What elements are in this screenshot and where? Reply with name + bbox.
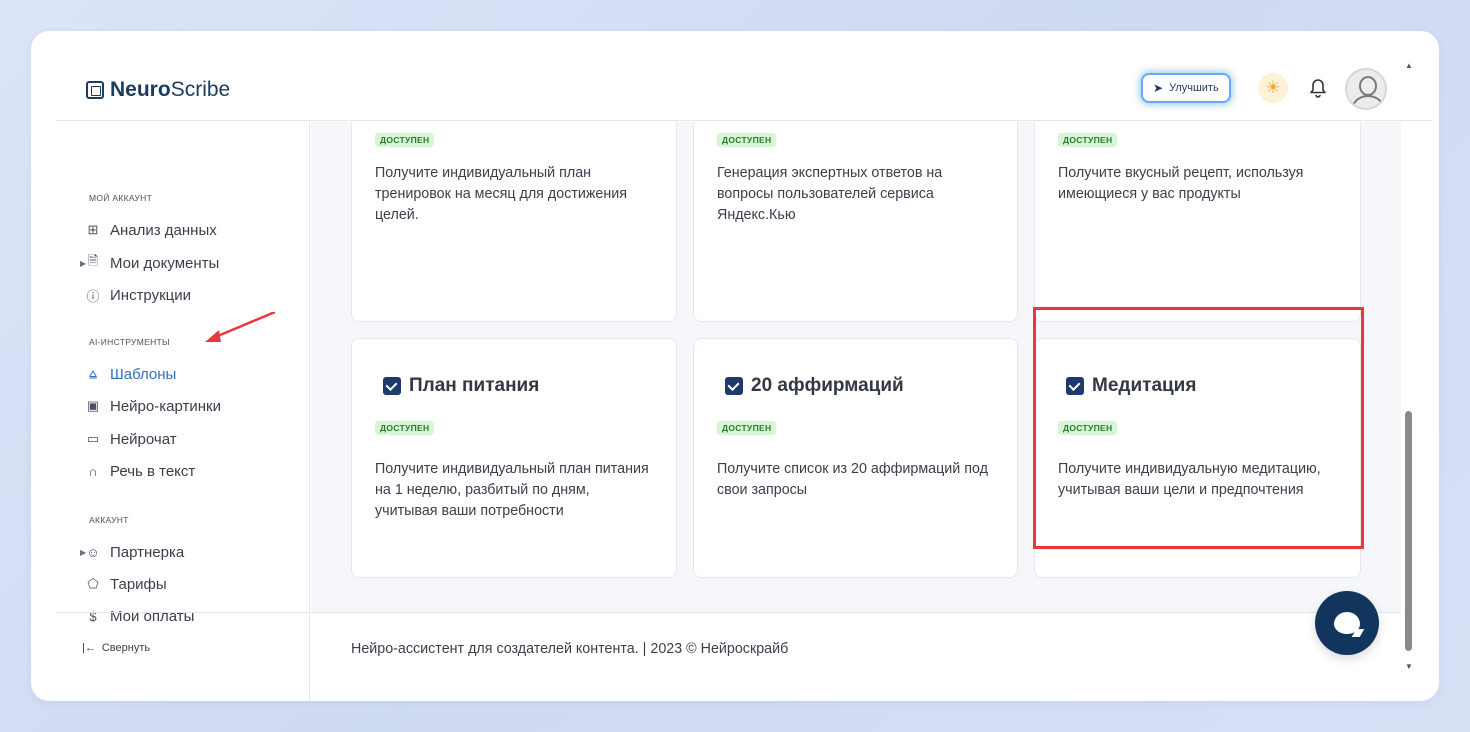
sidebar: МОЙ АККАУНТ ⊞ Анализ данных ▶ 🗎 Мои доку… [56, 122, 310, 701]
main-content: ДОСТУПЕН Получите индивидуальный план тр… [311, 122, 1401, 701]
logo-bold-text: Neuro [110, 78, 171, 101]
template-card-meal-plan[interactable]: План питания ДОСТУПЕН Получите индивидуа… [351, 338, 677, 578]
app-window: NeuroScribe ➤ Улучшить ☀ МОЙ АККАУНТ ⊞ А… [31, 31, 1439, 701]
card-title: Медитация [1066, 375, 1196, 397]
sidebar-item-data-analysis[interactable]: ⊞ Анализ данных [86, 218, 217, 242]
logo-icon [86, 81, 104, 99]
avatar[interactable] [1345, 68, 1387, 110]
sidebar-item-label: Шаблоны [110, 365, 177, 383]
status-badge: ДОСТУПЕН [1058, 421, 1118, 435]
sidebar-item-templates[interactable]: ⩠ Шаблоны [86, 362, 176, 386]
sidebar-item-label: Нейро-картинки [110, 397, 221, 415]
top-header: NeuroScribe ➤ Улучшить ☀ [56, 31, 1431, 121]
section-title-my-account: МОЙ АККАУНТ [89, 193, 153, 203]
checkbox-icon [383, 377, 401, 397]
tag-icon: ⬠ [87, 576, 99, 591]
template-card[interactable]: ДОСТУПЕН Генерация экспертных ответов на… [693, 122, 1018, 322]
chat-bubble-icon [1334, 612, 1360, 634]
caret-right-icon: ▶ [80, 258, 87, 268]
section-title-ai-tools: AI-ИНСТРУМЕНТЫ [89, 337, 170, 347]
scrollbar-thumb[interactable] [1405, 411, 1412, 651]
card-description: Получите список из 20 аффирмаций под сво… [717, 461, 988, 498]
sidebar-item-label: Нейрочат [110, 430, 177, 448]
users-icon: ☺ [86, 544, 100, 560]
status-badge: ДОСТУПЕН [375, 133, 435, 147]
sidebar-item-tariffs[interactable]: ⬠ Тарифы [86, 572, 167, 596]
sidebar-item-my-documents[interactable]: ▶ 🗎 Мои документы [80, 251, 220, 275]
template-card-affirmations[interactable]: 20 аффирмаций ДОСТУПЕН Получите список и… [693, 338, 1018, 578]
sidebar-item-label: Анализ данных [110, 221, 217, 239]
card-description: Получите индивидуальную медитацию, учиты… [1058, 461, 1321, 498]
section-title-account: АККАУНТ [89, 515, 129, 525]
status-badge: ДОСТУПЕН [375, 421, 435, 435]
sidebar-item-label: Инструкции [110, 286, 192, 304]
sidebar-item-label: Мои документы [110, 254, 220, 272]
sidebar-item-label: Речь в текст [110, 462, 196, 480]
chat-widget-button[interactable] [1315, 591, 1379, 655]
theme-toggle-sun-icon[interactable]: ☀ [1258, 73, 1288, 103]
help-circle-icon: ⓘ [86, 288, 100, 304]
chat-icon: ▭ [86, 431, 100, 446]
scroll-down-arrow-icon[interactable]: ▼ [1405, 662, 1413, 671]
document-icon: 🗎 [87, 253, 99, 268]
layers-icon: ⩠ [89, 366, 97, 381]
checkbox-icon [725, 377, 743, 397]
upgrade-label: Улучшить [1169, 82, 1219, 94]
sidebar-footer: |← Свернуть [56, 612, 310, 701]
sidebar-item-speech-to-text[interactable]: ∩ Речь в текст [86, 459, 195, 483]
grid-icon: ⊞ [87, 222, 99, 237]
logo[interactable]: NeuroScribe [86, 78, 230, 102]
sidebar-item-label: Партнерка [110, 543, 185, 561]
caret-right-icon: ▶ [80, 547, 87, 557]
collapse-sidebar-button[interactable]: |← Свернуть [82, 642, 150, 654]
page-footer: Нейро-ассистент для создателей контента.… [311, 612, 1401, 701]
status-badge: ДОСТУПЕН [717, 133, 777, 147]
sidebar-item-neuro-images[interactable]: ▣ Нейро-картинки [86, 394, 221, 418]
sidebar-item-instructions[interactable]: ⓘ Инструкции [86, 283, 191, 307]
card-description: Получите индивидуальный план тренировок … [375, 165, 628, 223]
card-description: Получите вкусный рецепт, используя имеющ… [1058, 165, 1304, 202]
rocket-icon: ➤ [1153, 81, 1164, 95]
card-title-text: 20 аффирмаций [751, 375, 904, 396]
sidebar-item-partners[interactable]: ▶ ☺ Партнерка [80, 540, 185, 564]
scroll-up-arrow-icon[interactable]: ▲ [1405, 61, 1413, 70]
checkbox-icon [1066, 377, 1084, 397]
card-title-text: План питания [409, 375, 540, 396]
card-description: Генерация экспертных ответов на вопросы … [717, 165, 943, 223]
status-badge: ДОСТУПЕН [717, 421, 777, 435]
template-card[interactable]: ДОСТУПЕН Получите индивидуальный план тр… [351, 122, 677, 322]
template-card-meditation[interactable]: Медитация ДОСТУПЕН Получите индивидуальн… [1034, 338, 1361, 578]
card-description: Получите индивидуальный план питания на … [375, 461, 649, 519]
headphones-icon: ∩ [88, 463, 98, 479]
collapse-arrow-icon: |← [82, 642, 96, 654]
image-icon: ▣ [86, 398, 100, 413]
card-title-text: Медитация [1092, 375, 1197, 396]
scrollbar[interactable]: ▲ ▼ [1402, 61, 1416, 671]
card-title: 20 аффирмаций [725, 375, 904, 397]
sidebar-item-label: Тарифы [110, 575, 167, 593]
status-badge: ДОСТУПЕН [1058, 133, 1118, 147]
annotation-arrow-icon [205, 312, 276, 342]
footer-text: Нейро-ассистент для создателей контента.… [351, 641, 789, 657]
collapse-label: Свернуть [101, 642, 151, 654]
bell-icon[interactable] [1306, 75, 1330, 101]
sidebar-item-neurochat[interactable]: ▭ Нейрочат [86, 427, 177, 451]
logo-light-text: Scribe [170, 78, 231, 101]
card-title: План питания [383, 375, 539, 397]
template-card[interactable]: ДОСТУПЕН Получите вкусный рецепт, исполь… [1034, 122, 1361, 322]
upgrade-button[interactable]: ➤ Улучшить [1141, 73, 1231, 103]
